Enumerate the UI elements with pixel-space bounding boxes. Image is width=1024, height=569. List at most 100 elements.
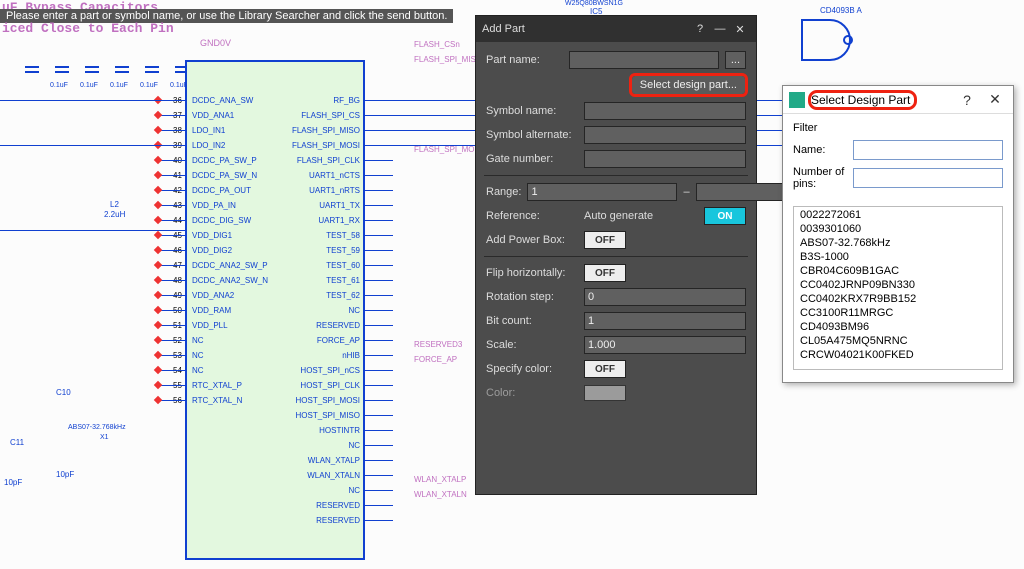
pin-marker [154, 321, 162, 329]
pin-label: VDD_PA_IN [192, 201, 236, 210]
app-icon [789, 92, 805, 108]
pin-marker [154, 381, 162, 389]
pin-label: FLASH_SPI_MISO [292, 126, 360, 135]
pin-label: WLAN_XTALN [307, 471, 360, 480]
net-label: FLASH_CSn [414, 40, 460, 49]
filter-group-label: Filter [793, 122, 1003, 134]
pin-label: FORCE_AP [317, 336, 360, 345]
minimize-button[interactable]: — [710, 23, 730, 35]
net-label: FLASH_SPI_MOSI [414, 145, 482, 154]
scale-input[interactable] [584, 336, 746, 354]
pin-label: HOSTINTR [319, 426, 360, 435]
pin-label: NC [348, 441, 360, 450]
pin-label: DCDC_PA_OUT [192, 186, 251, 195]
val-label: 2.2uH [104, 210, 125, 219]
pin-label: FLASH_SPI_CLK [297, 156, 360, 165]
pin-label: HOST_SPI_MISO [296, 411, 360, 420]
browse-button[interactable]: ... [725, 51, 746, 69]
pin-label: NC [348, 306, 360, 315]
pin-marker [154, 351, 162, 359]
pin-label: RTC_XTAL_N [192, 396, 242, 405]
pin-marker [154, 186, 162, 194]
help-button[interactable]: ? [953, 92, 981, 108]
pin-label: RF_BG [333, 96, 360, 105]
list-item[interactable]: 0022272061 [794, 208, 1002, 222]
net-label: WLAN_XTALN [414, 490, 467, 499]
pin-label: RESERVED [316, 501, 360, 510]
pin-marker [154, 216, 162, 224]
cap-value: 0.1uF [80, 82, 98, 89]
pin-marker [154, 261, 162, 269]
list-item[interactable]: CRCW04021K00FKED [794, 348, 1002, 362]
pin-label: TEST_62 [326, 291, 360, 300]
list-item[interactable]: CC3100R11MRGC [794, 306, 1002, 320]
pin-marker [154, 291, 162, 299]
pin-label: nHIB [342, 351, 360, 360]
pin-label: DCDC_PA_SW_P [192, 156, 257, 165]
add-part-dialog: Add Part ? — ✕ Part name: ... Select des… [475, 15, 757, 495]
filter-pins-input[interactable] [853, 168, 1003, 188]
select-design-part-button[interactable]: Select design part... [631, 75, 746, 95]
pin-label: NC [192, 336, 204, 345]
specify-color-toggle[interactable]: OFF [584, 360, 626, 378]
pin-label: UART1_RX [318, 216, 360, 225]
help-button[interactable]: ? [690, 23, 710, 35]
net-label: FORCE_AP [414, 355, 457, 364]
pin-label: VDD_DIG2 [192, 246, 232, 255]
pin-label: FLASH_SPI_CS [301, 111, 360, 120]
nand-gate-icon [800, 18, 855, 62]
list-item[interactable]: CBR04C609B1GAC [794, 264, 1002, 278]
list-item[interactable]: 0039301060 [794, 222, 1002, 236]
list-item[interactable]: CC0402KRX7R9BB152 [794, 292, 1002, 306]
pin-label: DCDC_ANA2_SW_P [192, 261, 268, 270]
list-item[interactable]: ABS07-32.768kHz [794, 236, 1002, 250]
pin-label: NC [192, 351, 204, 360]
pin-label: TEST_59 [326, 246, 360, 255]
add-power-box-label: Add Power Box: [486, 234, 578, 246]
pin-marker [154, 201, 162, 209]
pin-marker [154, 126, 162, 134]
pin-label: TEST_58 [326, 231, 360, 240]
schematic-note: iced Close to Each Pin [2, 21, 174, 36]
bit-count-input[interactable] [584, 312, 746, 330]
pin-label: DCDC_PA_SW_N [192, 171, 257, 180]
list-item[interactable]: CL05A475MQ5NRNC [794, 334, 1002, 348]
pin-label: WLAN_XTALP [308, 456, 360, 465]
color-swatch [584, 385, 626, 401]
flip-horizontally-label: Flip horizontally: [486, 267, 578, 279]
flip-horizontally-toggle[interactable]: OFF [584, 264, 626, 282]
auto-generate-toggle[interactable]: ON [704, 207, 746, 225]
rotation-step-label: Rotation step: [486, 291, 578, 303]
symbol-name-input[interactable] [584, 102, 746, 120]
list-item[interactable]: CC0402JRNP09BN330 [794, 278, 1002, 292]
reference-label: Reference: [486, 210, 578, 222]
ref-label: L2 [110, 200, 119, 209]
scale-label: Scale: [486, 339, 578, 351]
dialog-title: Select Design Part [811, 93, 953, 107]
dialog-titlebar[interactable]: Select Design Part ? ✕ [783, 86, 1013, 114]
filter-name-input[interactable] [853, 140, 1003, 160]
list-item[interactable]: CD4093BM96 [794, 320, 1002, 334]
close-button[interactable]: ✕ [981, 91, 1009, 108]
dialog-titlebar[interactable]: Add Part ? — ✕ [476, 16, 756, 42]
gate-number-input[interactable] [584, 150, 746, 168]
rotation-step-input[interactable] [584, 288, 746, 306]
close-button[interactable]: ✕ [730, 23, 750, 36]
pin-marker [154, 396, 162, 404]
symbol-alternate-label: Symbol alternate: [486, 129, 578, 141]
pin-marker [154, 246, 162, 254]
symbol-alternate-input[interactable] [584, 126, 746, 144]
pin-label: UART1_TX [319, 201, 360, 210]
add-power-box-toggle[interactable]: OFF [584, 231, 626, 249]
xtal-ref: X1 [100, 434, 109, 441]
pin-label: TEST_60 [326, 261, 360, 270]
ref-label: C11 [10, 438, 24, 447]
filter-pins-label: Number of pins: [793, 166, 847, 190]
parts-listbox[interactable]: 00222720610039301060ABS07-32.768kHzB3S-1… [793, 206, 1003, 370]
part-name-input[interactable] [569, 51, 719, 69]
pin-label: TEST_61 [326, 276, 360, 285]
range-from-input[interactable] [527, 183, 677, 201]
list-item[interactable]: B3S-1000 [794, 250, 1002, 264]
pin-label: LDO_IN2 [192, 141, 225, 150]
pin-label: RESERVED [316, 321, 360, 330]
